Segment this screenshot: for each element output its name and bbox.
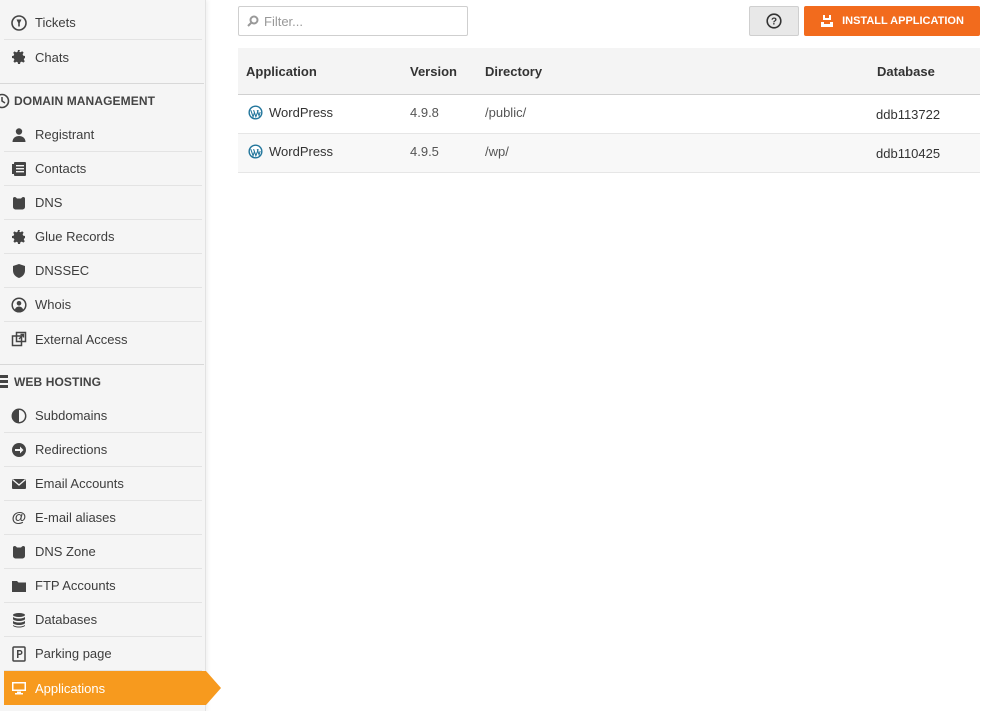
arrow-circle-icon	[10, 441, 28, 459]
wordpress-icon	[248, 144, 263, 159]
application-name: WordPress	[269, 144, 334, 159]
install-application-button[interactable]: INSTALL APPLICATION	[804, 6, 980, 36]
shield-icon	[10, 262, 28, 280]
column-header-application[interactable]: Application	[246, 64, 317, 79]
section-title: DOMAIN MANAGEMENT	[14, 94, 156, 108]
cell-version: 4.9.5	[410, 144, 439, 159]
sidebar-item-dnssec[interactable]: DNSSEC	[4, 254, 202, 288]
cell-version: 4.9.8	[410, 105, 439, 120]
sidebar-item-label: DNSSEC	[35, 263, 90, 278]
table-row[interactable]: WordPress 4.9.8 /public/ ddb113722	[238, 95, 980, 134]
server-icon	[0, 374, 10, 390]
column-header-version[interactable]: Version	[410, 64, 457, 79]
sidebar-item-redirections[interactable]: Redirections	[4, 433, 202, 467]
application-name: WordPress	[269, 105, 334, 120]
search-icon	[247, 15, 261, 27]
section-title: WEB HOSTING	[14, 375, 102, 389]
monitor-icon	[10, 679, 28, 697]
sidebar-item-tickets[interactable]: Tickets	[4, 6, 202, 40]
half-circle-icon	[10, 407, 28, 425]
gear-icon	[10, 228, 28, 246]
filter-input[interactable]	[264, 13, 454, 29]
envelope-icon	[10, 475, 28, 493]
section-web-hosting: WEB HOSTING	[0, 365, 202, 399]
sidebar-item-dns[interactable]: DNS	[4, 186, 202, 220]
sidebar-item-glue-records[interactable]: Glue Records	[4, 220, 202, 254]
column-header-database[interactable]: Database	[877, 64, 935, 79]
help-button[interactable]: ?	[749, 6, 799, 36]
globe-icon	[0, 93, 10, 109]
cell-directory: /public/	[485, 105, 527, 120]
dns-icon	[10, 194, 28, 212]
sidebar-item-chats[interactable]: Chats	[4, 40, 202, 74]
sidebar-item-label: Contacts	[35, 161, 87, 176]
wordpress-icon	[248, 105, 263, 120]
cell-application: WordPress	[248, 105, 333, 120]
sidebar-item-ftp-accounts[interactable]: FTP Accounts	[4, 569, 202, 603]
sidebar-item-label: DNS Zone	[35, 544, 96, 559]
sidebar-item-subdomains[interactable]: Subdomains	[4, 399, 202, 433]
filter-field[interactable]	[238, 6, 468, 36]
sidebar-item-label: DNS	[35, 195, 63, 210]
section-domain-management: DOMAIN MANAGEMENT	[0, 84, 202, 118]
sidebar-item-email-accounts[interactable]: Email Accounts	[4, 467, 202, 501]
install-button-label: INSTALL APPLICATION	[842, 15, 964, 27]
contacts-icon	[10, 160, 28, 178]
dns-icon	[10, 543, 28, 561]
cell-database: ddb113722	[876, 107, 941, 122]
user-icon	[10, 126, 28, 144]
sidebar-item-label: Glue Records	[35, 229, 115, 244]
folder-icon	[10, 577, 28, 595]
question-circle-icon: ?	[766, 13, 782, 29]
gear-icon	[10, 48, 28, 66]
cell-application: WordPress	[248, 144, 333, 159]
sidebar-item-label: Tickets	[35, 15, 76, 30]
sidebar-item-label: Registrant	[35, 127, 95, 142]
cell-database: ddb110425	[876, 146, 941, 161]
parking-icon	[10, 645, 28, 663]
install-icon	[820, 14, 834, 28]
sidebar-item-label: E-mail aliases	[35, 510, 116, 525]
sidebar-item-label: Chats	[35, 49, 69, 65]
ticket-icon	[10, 14, 28, 32]
external-icon	[10, 330, 28, 348]
sidebar-item-label: External Access	[35, 331, 128, 347]
sidebar-item-label: Redirections	[35, 442, 108, 457]
sidebar-item-label: Email Accounts	[35, 476, 124, 491]
sidebar-item-dns-zone[interactable]: DNS Zone	[4, 535, 202, 569]
sidebar-item-contacts[interactable]: Contacts	[4, 152, 202, 186]
sidebar-item-parking-page[interactable]: Parking page	[4, 637, 202, 671]
applications-table: Application Version Directory Database W…	[238, 48, 980, 173]
sidebar-item-label: Whois	[35, 297, 72, 312]
sidebar-item-applications[interactable]: Applications	[4, 671, 206, 705]
cell-directory: /wp/	[485, 144, 509, 159]
database-icon	[10, 611, 28, 629]
sidebar-item-external-access[interactable]: External Access	[4, 322, 202, 356]
sidebar-item-whois[interactable]: Whois	[4, 288, 202, 322]
table-header: Application Version Directory Database	[238, 48, 980, 95]
sidebar-item-label: Applications	[35, 680, 106, 696]
column-header-directory[interactable]: Directory	[485, 64, 542, 79]
table-row[interactable]: WordPress 4.9.5 /wp/ ddb110425	[238, 134, 980, 173]
sidebar-item-label: FTP Accounts	[35, 578, 116, 593]
sidebar-item-databases[interactable]: Databases	[4, 603, 202, 637]
sidebar-item-registrant[interactable]: Registrant	[4, 118, 202, 152]
user-circle-icon	[10, 296, 28, 314]
sidebar-item-label: Parking page	[35, 646, 112, 661]
sidebar-item-email-aliases[interactable]: @ E-mail aliases	[4, 501, 202, 535]
sidebar-item-label: Subdomains	[35, 408, 108, 423]
sidebar: Tickets Chats DOMAIN MANAGEMENT Registra…	[0, 0, 206, 711]
help-glyph: ?	[771, 17, 777, 28]
at-icon: @	[11, 509, 27, 526]
sidebar-item-label: Databases	[35, 612, 98, 627]
active-indicator-arrow	[206, 671, 221, 705]
